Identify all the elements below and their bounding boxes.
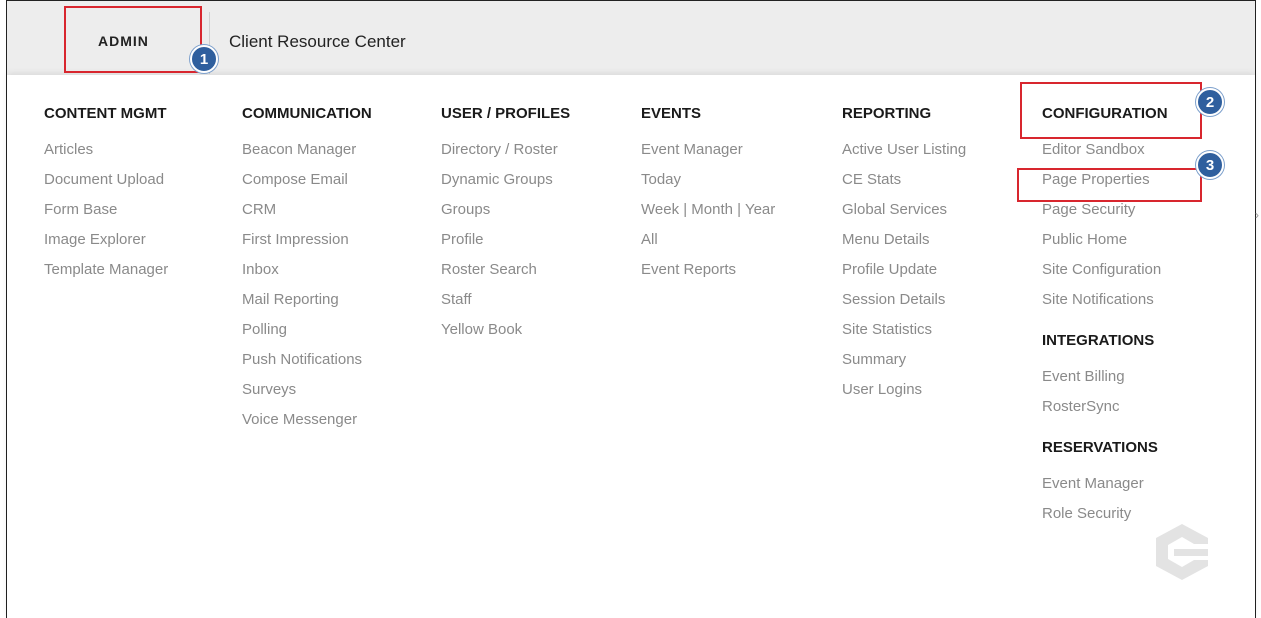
menu-item[interactable]: Summary — [842, 350, 966, 380]
menu-item[interactable]: Active User Listing — [842, 140, 966, 170]
menu-item[interactable]: Surveys — [242, 380, 372, 410]
menu-item[interactable]: Profile — [441, 230, 570, 260]
highlight-page-properties — [1017, 168, 1202, 202]
highlight-configuration-heading — [1020, 82, 1202, 139]
menu-item[interactable]: Page Security — [1042, 200, 1168, 230]
menu-item[interactable]: Mail Reporting — [242, 290, 372, 320]
menu-item[interactable]: Compose Email — [242, 170, 372, 200]
column-heading: USER / PROFILES — [441, 105, 571, 122]
menu-item[interactable]: Role Security — [1042, 504, 1168, 534]
menu-item[interactable]: All — [641, 230, 775, 260]
menu-item[interactable]: Event Manager — [641, 140, 775, 170]
menu-item[interactable]: Image Explorer — [44, 230, 168, 260]
menu-item[interactable]: Site Statistics — [842, 320, 966, 350]
menu-item[interactable]: Session Details — [842, 290, 966, 320]
client-resource-center-link[interactable]: Client Resource Center — [229, 32, 406, 52]
column-heading: COMMUNICATION — [242, 105, 372, 122]
menu-column-events: EVENTS Event Manager Today Week | Month … — [641, 105, 775, 290]
column-heading-reservations: RESERVATIONS — [1042, 439, 1158, 456]
menu-item[interactable]: Event Manager — [1042, 474, 1168, 504]
menu-item[interactable]: Staff — [441, 290, 570, 320]
menu-item[interactable]: Yellow Book — [441, 320, 570, 350]
menu-item[interactable]: Editor Sandbox — [1042, 140, 1168, 170]
menu-item[interactable]: Menu Details — [842, 230, 966, 260]
menu-item[interactable]: Inbox — [242, 260, 372, 290]
menu-item[interactable]: Site Configuration — [1042, 260, 1168, 290]
menu-item[interactable]: Week | Month | Year — [641, 200, 775, 230]
menu-column-content-mgmt: CONTENT MGMT Articles Document Upload Fo… — [44, 105, 168, 290]
menu-column-communication: COMMUNICATION Beacon Manager Compose Ema… — [242, 105, 372, 440]
menu-item[interactable]: CRM — [242, 200, 372, 230]
menu-item[interactable]: Push Notifications — [242, 350, 372, 380]
menu-item[interactable]: Roster Search — [441, 260, 570, 290]
menu-item[interactable]: Dynamic Groups — [441, 170, 570, 200]
menu-item[interactable]: Voice Messenger — [242, 410, 372, 440]
column-heading: CONTENT MGMT — [44, 105, 167, 122]
menu-item[interactable]: Profile Update — [842, 260, 966, 290]
menu-item[interactable]: Beacon Manager — [242, 140, 372, 170]
menu-item[interactable]: Global Services — [842, 200, 966, 230]
menu-item[interactable]: RosterSync — [1042, 397, 1168, 427]
menu-item[interactable]: User Logins — [842, 380, 966, 410]
menu-item[interactable]: Today — [641, 170, 775, 200]
menu-item[interactable]: Articles — [44, 140, 168, 170]
brand-logo-icon — [1156, 524, 1208, 580]
menu-item[interactable]: Event Billing — [1042, 367, 1168, 397]
menu-item[interactable]: Groups — [441, 200, 570, 230]
menu-item[interactable]: Directory / Roster — [441, 140, 570, 170]
menu-item[interactable]: First Impression — [242, 230, 372, 260]
clipped-edge-mark: › — [1255, 208, 1259, 222]
step-badge-1: 1 — [190, 45, 218, 73]
menu-item[interactable]: Event Reports — [641, 260, 775, 290]
menu-column-reporting: REPORTING Active User Listing CE Stats G… — [842, 105, 966, 410]
menu-item[interactable]: Site Notifications — [1042, 290, 1168, 320]
step-badge-2: 2 — [1196, 88, 1224, 116]
menu-item[interactable]: Public Home — [1042, 230, 1168, 260]
menu-item[interactable]: CE Stats — [842, 170, 966, 200]
step-badge-3: 3 — [1196, 151, 1224, 179]
menu-item[interactable]: Document Upload — [44, 170, 168, 200]
menu-item[interactable]: Form Base — [44, 200, 168, 230]
column-heading: REPORTING — [842, 105, 932, 122]
menu-column-user-profiles: USER / PROFILES Directory / Roster Dynam… — [441, 105, 570, 350]
column-heading: EVENTS — [641, 105, 702, 122]
menu-item[interactable]: Polling — [242, 320, 372, 350]
column-heading-integrations: INTEGRATIONS — [1042, 332, 1155, 349]
menu-item[interactable]: Template Manager — [44, 260, 168, 290]
highlight-admin-tab — [64, 6, 202, 73]
